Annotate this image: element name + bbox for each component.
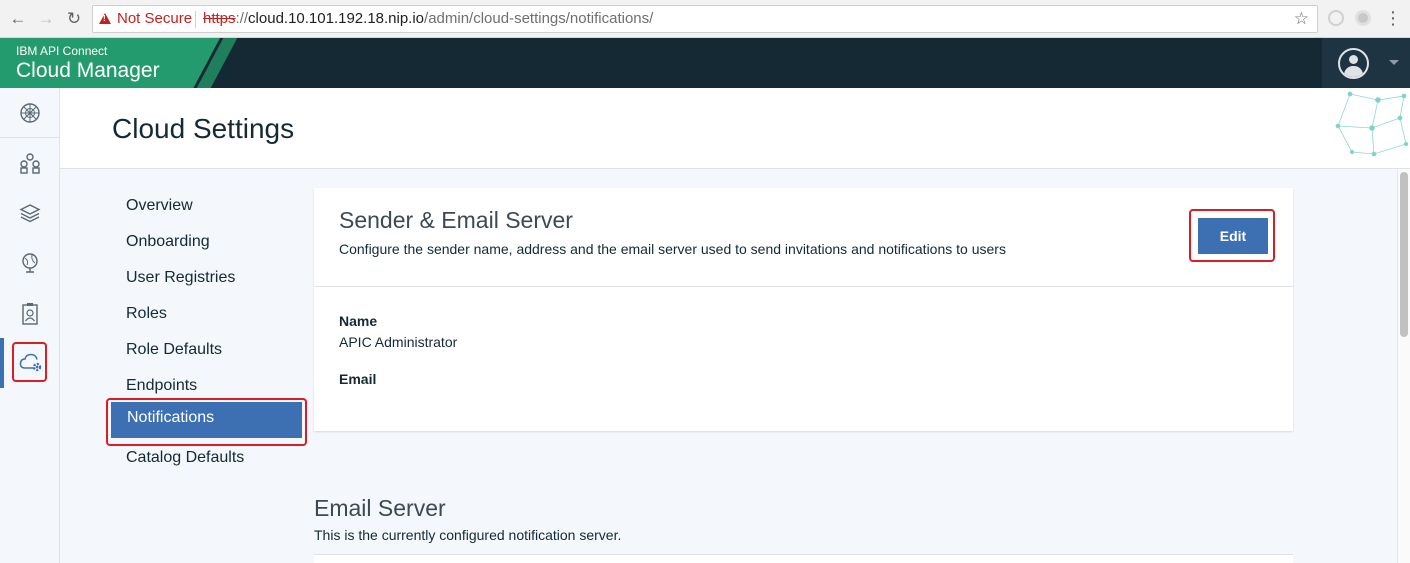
email-server-description: This is the currently configured notific… — [314, 527, 622, 543]
nav-members[interactable] — [0, 288, 60, 338]
bookmark-star-icon[interactable]: ☆ — [1294, 6, 1309, 32]
warning-icon — [99, 13, 111, 24]
scrollbar[interactable] — [1397, 169, 1410, 563]
name-value: APIC Administrator — [339, 334, 458, 350]
security-indicator[interactable]: Not Secure — [117, 6, 192, 32]
address-divider — [195, 11, 196, 28]
browser-toolbar: ← → ↻ Not Secure https://cloud.10.101.19… — [0, 0, 1410, 38]
back-icon[interactable]: ← — [8, 9, 28, 29]
dashboard-icon — [20, 103, 40, 123]
card-description: Configure the sender name, address and t… — [339, 241, 1006, 257]
card-title: Sender & Email Server — [339, 207, 573, 233]
address-bar[interactable]: Not Secure https://cloud.10.101.192.18.n… — [92, 5, 1318, 33]
nav-provider-orgs[interactable] — [0, 238, 60, 288]
user-menu[interactable] — [1322, 38, 1410, 88]
reload-icon[interactable]: ↻ — [64, 9, 84, 29]
settings-nav-role-defaults[interactable]: Role Defaults — [110, 334, 302, 370]
url-host: cloud.10.101.192.18.nip.io — [248, 10, 425, 27]
nav-resources[interactable] — [0, 188, 60, 238]
settings-nav-roles[interactable]: Roles — [110, 298, 302, 334]
name-label: Name — [339, 313, 378, 329]
extension-icon[interactable] — [1328, 10, 1344, 26]
network-decoration-icon — [1335, 91, 1409, 157]
app-header: IBM API Connect Cloud Manager — [0, 38, 1410, 88]
app-name[interactable]: Cloud Manager — [16, 59, 160, 83]
url-text[interactable]: https://cloud.10.101.192.18.nip.io/admin… — [203, 6, 653, 32]
sender-email-card: Sender & Email Server Configure the send… — [314, 188, 1293, 431]
email-server-card — [314, 554, 1293, 563]
product-name: IBM API Connect — [16, 44, 108, 58]
page-title: Cloud Settings — [112, 113, 295, 144]
settings-nav-user-registries[interactable]: User Registries — [110, 262, 302, 298]
members-icon — [22, 303, 38, 325]
url-scheme: https — [203, 10, 236, 27]
avatar-icon[interactable] — [1338, 48, 1369, 79]
chevron-down-icon[interactable] — [1389, 60, 1399, 65]
settings-nav-overview[interactable]: Overview — [110, 190, 302, 226]
settings-nav-catalog-defaults[interactable]: Catalog Defaults — [110, 442, 302, 478]
topology-icon — [20, 153, 40, 174]
nav-topology[interactable] — [0, 138, 60, 188]
nav-dashboard[interactable] — [0, 88, 60, 138]
page-header: Cloud Settings — [60, 88, 1410, 169]
highlight-edit-button — [1189, 209, 1275, 262]
card-divider — [314, 286, 1293, 287]
highlight-notifications — [106, 398, 307, 446]
side-navigation — [0, 88, 60, 563]
browser-menu-icon[interactable]: ⋮ — [1384, 8, 1402, 28]
settings-nav-onboarding[interactable]: Onboarding — [110, 226, 302, 262]
scroll-thumb[interactable] — [1400, 172, 1408, 337]
highlight-cloud-settings — [12, 342, 47, 382]
url-scheme-separator: :// — [235, 10, 249, 27]
email-label: Email — [339, 371, 377, 387]
email-server-title: Email Server — [314, 495, 446, 521]
profile-extension-icon[interactable] — [1355, 10, 1371, 26]
provider-orgs-icon — [22, 253, 38, 273]
forward-icon[interactable]: → — [36, 9, 56, 29]
url-path: /admin/cloud-settings/notifications/ — [424, 10, 654, 27]
resources-icon — [19, 204, 41, 223]
